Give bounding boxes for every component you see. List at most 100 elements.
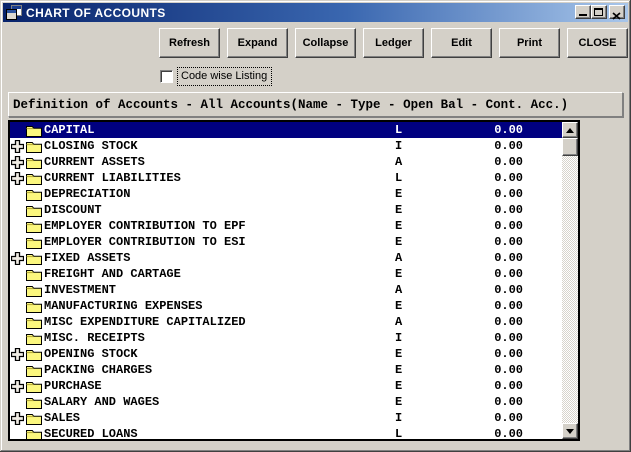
minimize-button[interactable] (575, 5, 591, 19)
account-type: I (395, 139, 402, 153)
account-row[interactable]: DISCOUNT E 0.00 (10, 202, 562, 218)
code-wise-listing-checkbox[interactable] (160, 70, 173, 83)
scroll-up-icon (566, 128, 574, 133)
account-row[interactable]: CAPITAL L 0.00 (10, 122, 562, 138)
title-bar[interactable]: CHART OF ACCOUNTS (3, 3, 628, 22)
toolbar-button-edit[interactable]: Edit (431, 28, 492, 58)
account-type: E (395, 203, 402, 217)
expand-icon[interactable] (11, 172, 24, 185)
scroll-down-button[interactable] (562, 423, 578, 439)
account-name: CURRENT LIABILITIES (44, 171, 181, 185)
account-name: SALES (44, 411, 80, 425)
account-row[interactable]: MISC EXPENDITURE CAPITALIZED A 0.00 (10, 314, 562, 330)
account-row[interactable]: EMPLOYER CONTRIBUTION TO ESI E 0.00 (10, 234, 562, 250)
accounts-rows: CAPITAL L 0.00 CLOSING STOCK I 0.00 (10, 122, 562, 441)
folder-icon (26, 204, 42, 217)
toolbar-button-label: Expand (238, 37, 278, 49)
toolbar-button-ledger[interactable]: Ledger (363, 28, 424, 58)
account-type: L (395, 427, 402, 441)
account-row[interactable]: CLOSING STOCK I 0.00 (10, 138, 562, 154)
account-type: E (395, 219, 402, 233)
window-controls (575, 5, 625, 19)
account-row[interactable]: OPENING STOCK E 0.00 (10, 346, 562, 362)
account-name: PURCHASE (44, 379, 102, 393)
account-row[interactable]: FREIGHT AND CARTAGE E 0.00 (10, 266, 562, 282)
folder-icon (26, 156, 42, 169)
account-row[interactable]: INVESTMENT A 0.00 (10, 282, 562, 298)
account-row[interactable]: PACKING CHARGES E 0.00 (10, 362, 562, 378)
code-wise-listing-label[interactable]: Code wise Listing (177, 67, 272, 86)
expand-icon[interactable] (11, 380, 24, 393)
account-row[interactable]: CURRENT ASSETS A 0.00 (10, 154, 562, 170)
account-name: INVESTMENT (44, 283, 116, 297)
folder-icon (26, 364, 42, 377)
account-name: MISC EXPENDITURE CAPITALIZED (44, 315, 246, 329)
folder-icon (26, 412, 42, 425)
account-name: MISC. RECEIPTS (44, 331, 145, 345)
account-name: SECURED LOANS (44, 427, 138, 441)
scroll-up-button[interactable] (562, 122, 578, 138)
account-open-balance: 0.00 (440, 139, 523, 153)
account-row[interactable]: SECURED LOANS L 0.00 (10, 426, 562, 441)
toolbar-button-print[interactable]: Print (499, 28, 560, 58)
expand-icon[interactable] (11, 412, 24, 425)
account-row[interactable]: CURRENT LIABILITIES L 0.00 (10, 170, 562, 186)
scrollbar-thumb[interactable] (562, 138, 578, 156)
toolbar-button-close[interactable]: CLOSE (567, 28, 628, 58)
account-name: CAPITAL (44, 123, 94, 137)
account-open-balance: 0.00 (440, 299, 523, 313)
toolbar-button-label: Print (517, 37, 542, 49)
account-open-balance: 0.00 (440, 315, 523, 329)
account-type: E (395, 187, 402, 201)
account-name: EMPLOYER CONTRIBUTION TO ESI (44, 235, 246, 249)
account-row[interactable]: SALARY AND WAGES E 0.00 (10, 394, 562, 410)
toolbar-button-label: Refresh (169, 37, 210, 49)
account-open-balance: 0.00 (440, 379, 523, 393)
folder-icon (26, 220, 42, 233)
folder-icon (26, 172, 42, 185)
account-row[interactable]: PURCHASE E 0.00 (10, 378, 562, 394)
toolbar-button-refresh[interactable]: Refresh (159, 28, 220, 58)
account-type: E (395, 395, 402, 409)
expand-icon[interactable] (11, 348, 24, 361)
toolbar-button-label: Ledger (375, 37, 412, 49)
window-title: CHART OF ACCOUNTS (26, 6, 166, 20)
expand-icon[interactable] (11, 252, 24, 265)
expand-icon[interactable] (11, 156, 24, 169)
account-name: SALARY AND WAGES (44, 395, 159, 409)
maximize-icon (594, 8, 603, 16)
folder-icon (26, 396, 42, 409)
toolbar-button-expand[interactable]: Expand (227, 28, 288, 58)
account-row[interactable]: FIXED ASSETS A 0.00 (10, 250, 562, 266)
toolbar-button-collapse[interactable]: Collapse (295, 28, 356, 58)
account-type: E (395, 235, 402, 249)
account-row[interactable]: MISC. RECEIPTS I 0.00 (10, 330, 562, 346)
folder-icon (26, 188, 42, 201)
account-type: E (395, 299, 402, 313)
account-open-balance: 0.00 (440, 251, 523, 265)
expand-icon[interactable] (11, 140, 24, 153)
account-name: DISCOUNT (44, 203, 102, 217)
account-type: A (395, 283, 402, 297)
account-name: DEPRECIATION (44, 187, 130, 201)
account-open-balance: 0.00 (440, 411, 523, 425)
close-button[interactable] (609, 5, 625, 19)
folder-icon (26, 348, 42, 361)
account-row[interactable]: DEPRECIATION E 0.00 (10, 186, 562, 202)
folder-icon (26, 140, 42, 153)
account-type: E (395, 379, 402, 393)
account-row[interactable]: SALES I 0.00 (10, 410, 562, 426)
toolbar: Refresh Expand Collapse Ledger Edit Prin… (159, 28, 628, 58)
folder-icon (26, 380, 42, 393)
account-row[interactable]: EMPLOYER CONTRIBUTION TO EPF E 0.00 (10, 218, 562, 234)
accounts-list: CAPITAL L 0.00 CLOSING STOCK I 0.00 (8, 120, 580, 441)
account-row[interactable]: MANUFACTURING EXPENSES E 0.00 (10, 298, 562, 314)
list-header: Definition of Accounts - All Accounts(Na… (8, 92, 623, 117)
maximize-button[interactable] (591, 5, 607, 19)
account-open-balance: 0.00 (440, 395, 523, 409)
vertical-scrollbar[interactable] (562, 122, 578, 439)
account-name: OPENING STOCK (44, 347, 138, 361)
account-name: FIXED ASSETS (44, 251, 130, 265)
folder-icon (26, 284, 42, 297)
list-header-text: Definition of Accounts - All Accounts(Na… (9, 98, 568, 112)
